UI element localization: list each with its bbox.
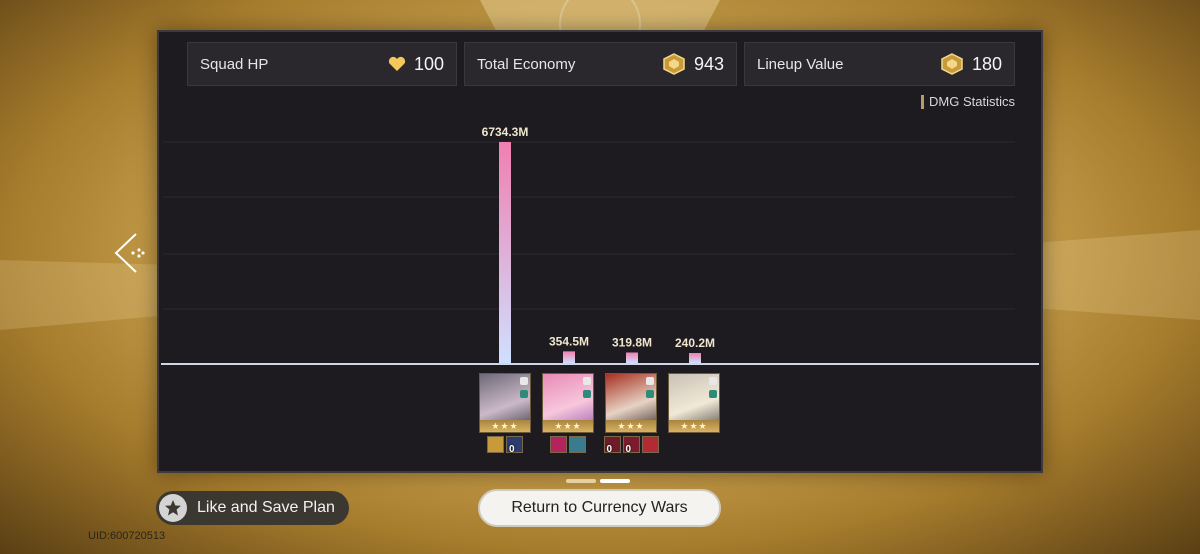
star-rating: ★★★ xyxy=(606,420,656,432)
star-rating: ★★★ xyxy=(669,420,719,432)
like-save-plan-label: Like and Save Plan xyxy=(197,499,335,516)
relic-row: 00 xyxy=(603,436,659,455)
slot-icon xyxy=(520,377,528,385)
dmg-bar-label: 354.5M xyxy=(549,334,589,348)
relic-row xyxy=(550,436,586,453)
dmg-bar xyxy=(563,351,575,363)
star-icon xyxy=(159,494,187,522)
element-icon xyxy=(583,390,591,398)
chart-baseline xyxy=(161,363,1039,365)
dmg-bar xyxy=(689,353,701,363)
results-panel: Squad HP 100 Total Economy 943 Lineup Va… xyxy=(157,30,1043,473)
uid-label: UID:600720513 xyxy=(88,530,166,542)
relic-icon[interactable]: 0 xyxy=(622,436,640,455)
slot-icon xyxy=(646,377,654,385)
relic-icon[interactable]: 0 xyxy=(506,436,523,455)
dmg-bar xyxy=(499,142,511,363)
relic-count: 0 xyxy=(509,444,515,455)
element-icon xyxy=(646,390,654,398)
slot-icon xyxy=(583,377,591,385)
back-arrow-button[interactable] xyxy=(112,230,148,276)
element-icon xyxy=(520,390,528,398)
relic-icon[interactable] xyxy=(550,436,567,453)
like-save-plan-button[interactable]: Like and Save Plan xyxy=(156,491,349,525)
relic-count: 0 xyxy=(606,444,613,455)
page-dot xyxy=(566,479,596,483)
dmg-bar-label: 6734.3M xyxy=(482,125,529,139)
dmg-bar xyxy=(626,352,638,363)
return-currency-wars-button[interactable]: Return to Currency Wars xyxy=(478,489,721,527)
slot-icon xyxy=(709,377,717,385)
page-dot-active xyxy=(600,479,630,483)
character-portrait[interactable]: ★★★ xyxy=(479,373,531,433)
dmg-bar-chart: 6734.3M 354.5M 319.8M 240.2M xyxy=(163,125,1015,363)
relic-row: 0 xyxy=(487,436,523,455)
relic-icon[interactable]: 0 xyxy=(603,436,621,455)
relic-icon[interactable] xyxy=(569,436,586,453)
dmg-bar-label: 240.2M xyxy=(675,336,715,350)
character-portrait[interactable]: ★★★ xyxy=(542,373,594,433)
relic-count: 0 xyxy=(625,444,632,455)
page-indicator xyxy=(566,479,630,483)
return-button-label: Return to Currency Wars xyxy=(511,499,688,516)
character-portrait[interactable]: ★★★ xyxy=(605,373,657,433)
star-rating: ★★★ xyxy=(543,420,593,432)
element-icon xyxy=(709,390,717,398)
chevron-left-icon xyxy=(114,233,145,273)
star-rating: ★★★ xyxy=(480,420,530,432)
dmg-bar-label: 319.8M xyxy=(612,336,652,350)
character-portrait[interactable]: ★★★ xyxy=(668,373,720,433)
chart-gridlines xyxy=(163,141,1015,310)
relic-icon[interactable] xyxy=(487,436,504,453)
relic-icon[interactable] xyxy=(641,436,659,453)
